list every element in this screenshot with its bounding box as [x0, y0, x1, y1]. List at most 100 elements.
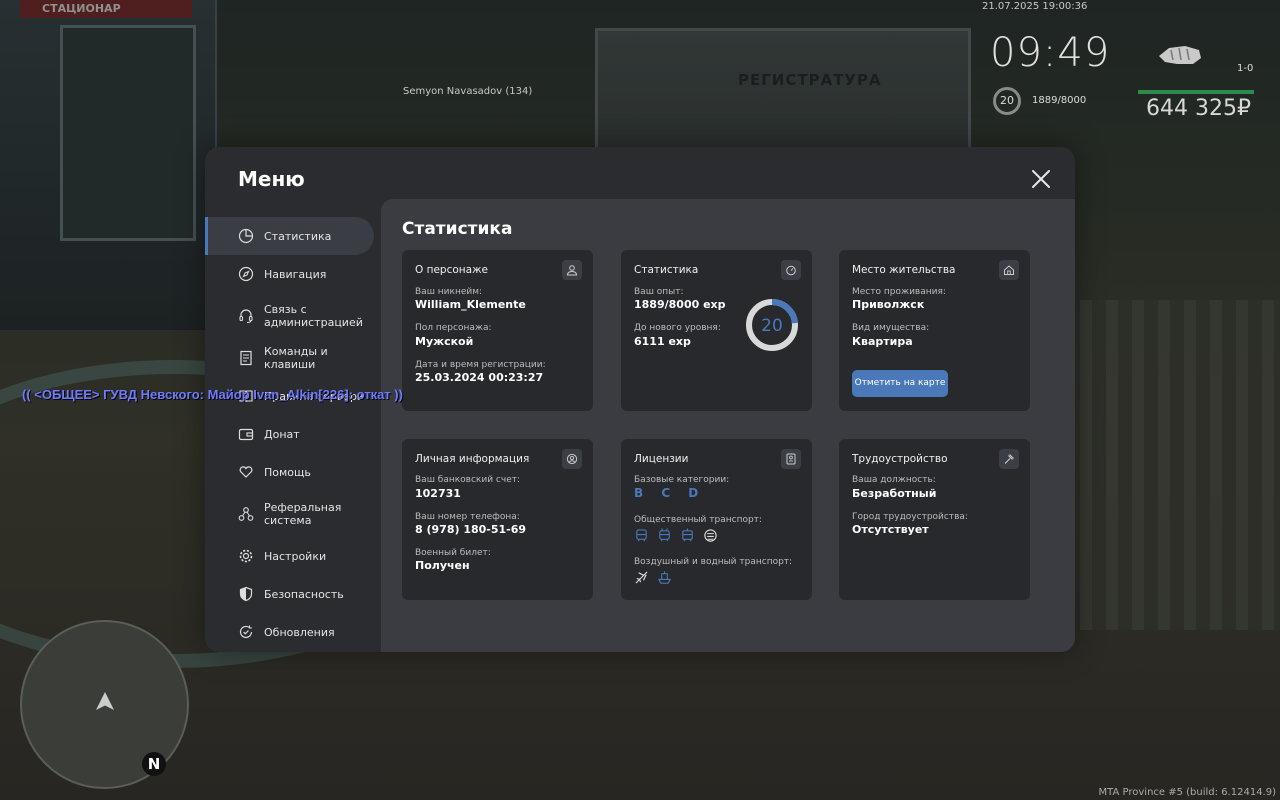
sidebar-item-statistics[interactable]: Статистика — [205, 217, 374, 255]
position-value: Безработный — [852, 487, 937, 500]
card-title: Статистика — [634, 264, 699, 276]
nickname-value: William_Klemente — [415, 298, 526, 311]
hammer-icon — [999, 449, 1019, 469]
residence-value: Приволжск — [852, 298, 925, 311]
refresh-check-icon — [238, 624, 254, 640]
base-categories-label: Базовые категории: — [634, 475, 730, 485]
air-water-icons — [634, 570, 672, 585]
exp-label: Ваш опыт: — [634, 287, 684, 297]
hud-datetime: 21.07.2025 19:00:36 — [982, 1, 1088, 12]
boat-icon — [657, 571, 672, 584]
sidebar-item-navigation[interactable]: Навигация — [205, 255, 381, 293]
sidebar-item-label: Связь с администрацией — [264, 303, 363, 329]
phone-label: Ваш номер телефона: — [415, 512, 520, 522]
stats-card: Статистика Ваш опыт: 1889/8000 exp До но… — [621, 250, 812, 411]
property-label: Вид имущества: — [852, 323, 930, 333]
hud-level-badge: 20 — [993, 87, 1021, 115]
personal-info-card: Личная информация Ваш банковский счет: 1… — [402, 439, 593, 600]
pie-chart-icon — [238, 228, 254, 244]
sidebar-item-label: Настройки — [264, 549, 327, 563]
level-number: 20 — [761, 316, 783, 336]
sidebar-item-commands[interactable]: Команды и клавиши — [205, 339, 381, 377]
sidebar-item-help[interactable]: Помощь — [205, 453, 381, 491]
registration-label: Дата и время регистрации: — [415, 360, 546, 370]
sidebar-item-label: Безопасность — [264, 587, 344, 601]
tram-icon — [682, 528, 693, 542]
hud-wanted-counter: 1-0 — [1237, 63, 1254, 74]
id-badge-icon — [562, 449, 582, 469]
character-card: О персонаже Ваш никнейм: William_Klement… — [402, 250, 593, 411]
compass-north-icon: N — [142, 752, 166, 776]
menu-title: Меню — [238, 167, 305, 191]
close-button[interactable] — [1029, 167, 1053, 191]
close-icon — [1032, 170, 1050, 188]
sidebar-item-security[interactable]: Безопасность — [205, 575, 381, 613]
sidebar-item-label: Реферальная система — [264, 501, 342, 527]
fist-icon — [1159, 46, 1201, 64]
player-arrow-icon — [96, 692, 114, 710]
air-water-label: Воздушный и водный транспорт: — [634, 557, 793, 567]
bank-label: Ваш банковский счет: — [415, 475, 521, 485]
gender-value: Мужской — [415, 335, 474, 348]
position-label: Ваша должность: — [852, 475, 936, 485]
licenses-card: Лицензии Базовые категории: B C D Общест… — [621, 439, 812, 600]
exp-value: 1889/8000 exp — [634, 298, 726, 311]
next-level-label: До нового уровня: — [634, 323, 721, 333]
minimap: N — [20, 620, 189, 789]
sidebar-item-label: Донат — [264, 427, 300, 441]
sidebar-item-referral[interactable]: Реферальная система — [205, 491, 381, 537]
statistics-content: Статистика О персонаже Ваш никнейм: Will… — [381, 199, 1075, 652]
timer-icon — [781, 260, 801, 280]
next-level-value: 6111 exp — [634, 335, 691, 348]
user-icon — [562, 260, 582, 280]
menu-sidebar: Статистика Навигация Связь с администрац… — [205, 217, 381, 651]
nickname-label: Ваш никнейм: — [415, 287, 483, 297]
military-label: Военный билет: — [415, 548, 491, 558]
work-city-label: Город трудоустройства: — [852, 512, 968, 522]
home-icon — [999, 260, 1019, 280]
heart-hand-icon — [238, 464, 254, 480]
mark-on-map-button[interactable]: Отметить на карте — [852, 370, 948, 397]
hud-clock: 09:49 — [990, 30, 1111, 76]
card-title: Место жительства — [852, 264, 956, 276]
gender-label: Пол персонажа: — [415, 323, 492, 333]
hud-health-bar — [1138, 90, 1254, 94]
shield-icon — [238, 586, 254, 602]
sidebar-item-admin-contact[interactable]: Связь с администрацией — [205, 293, 381, 339]
bus-icon — [636, 529, 647, 542]
plane-icon — [635, 571, 648, 584]
sidebar-item-label: Команды и клавиши — [264, 345, 328, 371]
sidebar-item-donate[interactable]: Донат — [205, 415, 381, 453]
bank-value: 102731 — [415, 487, 461, 500]
sidebar-item-label: Обновления — [264, 625, 335, 639]
build-info: MTA Province #5 (build: 6.12414.9) — [1098, 787, 1276, 798]
sidebar-item-settings[interactable]: Настройки — [205, 537, 381, 575]
headset-icon — [238, 308, 254, 324]
chat-message: (( <ОБЩЕЕ> ГУВД Невского: Майор Ivan_Alk… — [22, 387, 403, 402]
metro-icon — [704, 529, 717, 542]
network-icon — [238, 506, 254, 522]
sidebar-item-label: Навигация — [264, 267, 327, 281]
card-title: Трудоустройство — [852, 453, 948, 465]
gear-icon — [238, 548, 254, 564]
employment-card: Трудоустройство Ваша должность: Безработ… — [839, 439, 1030, 600]
license-card-icon — [781, 449, 801, 469]
card-title: Лицензии — [634, 453, 689, 465]
public-transport-label: Общественный транспорт: — [634, 515, 762, 525]
content-title: Статистика — [402, 219, 513, 239]
residence-label: Место проживания: — [852, 287, 946, 297]
work-city-value: Отсутствует — [852, 523, 929, 536]
military-value: Получен — [415, 559, 470, 572]
public-transport-icons — [634, 528, 718, 543]
sidebar-item-updates[interactable]: Обновления — [205, 613, 381, 651]
base-categories-value: B C D — [634, 486, 706, 500]
compass-icon — [238, 266, 254, 282]
sidebar-item-label: Помощь — [264, 465, 311, 479]
registration-value: 25.03.2024 00:23:27 — [415, 371, 544, 384]
trolleybus-icon — [659, 528, 670, 542]
document-icon — [238, 350, 254, 366]
sidebar-item-label: Статистика — [264, 229, 332, 243]
wallet-icon — [238, 426, 254, 442]
player-nametag: Semyon Navasadov (134) — [403, 86, 533, 97]
card-title: Личная информация — [415, 453, 530, 465]
